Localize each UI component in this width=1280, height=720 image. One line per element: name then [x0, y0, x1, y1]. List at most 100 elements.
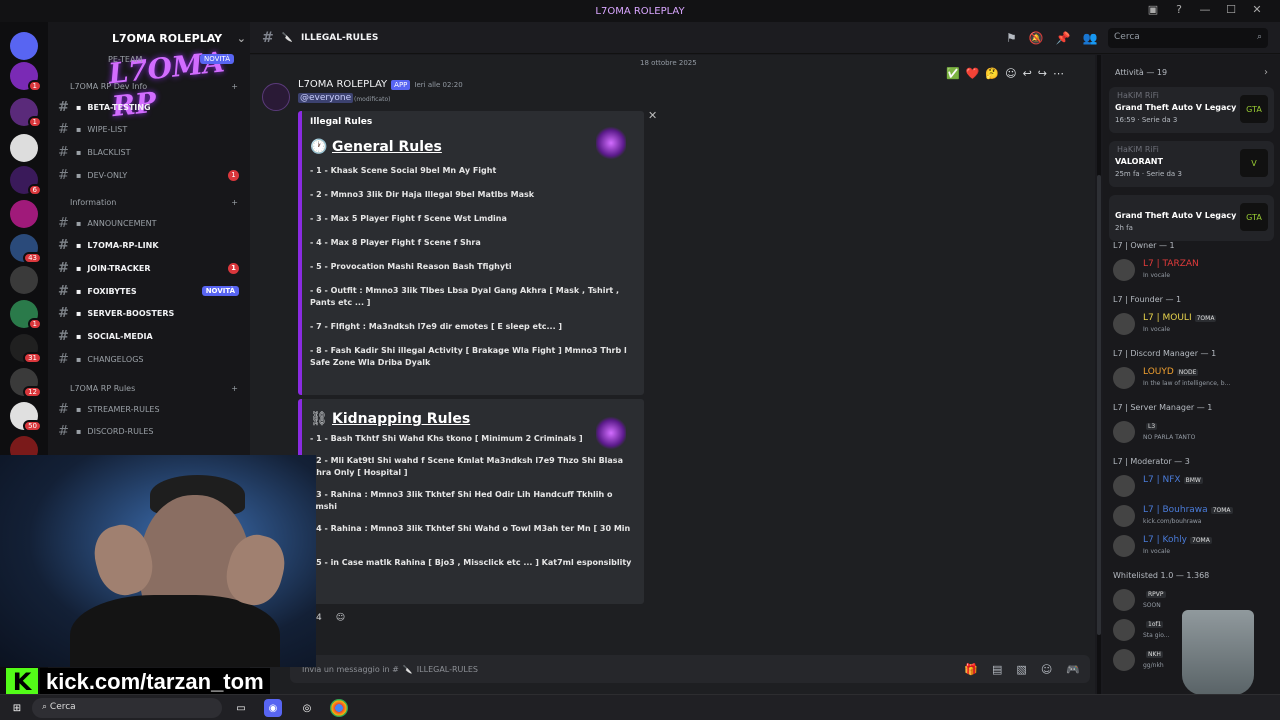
members-icon[interactable]: 👥 — [1083, 31, 1098, 45]
heart-emoji-icon[interactable]: ❤️ — [966, 67, 980, 80]
task-view-icon[interactable]: ▭ — [232, 699, 250, 717]
channel-pe-team[interactable]: PE-TEAM NOVITÀ — [108, 50, 238, 68]
activity-card[interactable]: HaKiM RiFi Grand Theft Auto V Legacy 16:59… — [1109, 87, 1274, 133]
member-item[interactable]: LOUYD NODE In the law of intelligence, b..… — [1113, 365, 1273, 391]
pin-icon[interactable]: 📌 — [1056, 31, 1071, 45]
taskbar-search[interactable]: ⌕ Cerca — [32, 698, 222, 718]
channel-wipe-list[interactable]: # ▪ WIPE-LIST — [58, 121, 243, 139]
chrome-taskbar-icon[interactable] — [330, 699, 348, 717]
channel-changelogs[interactable]: # ▪ CHANGELOGS — [58, 350, 243, 368]
gift-icon[interactable]: 🎁 — [964, 663, 978, 676]
channel-label: STREAMER-RULES — [87, 404, 160, 414]
channel-blacklist[interactable]: # ▪ BLACKLIST — [58, 143, 243, 161]
member-item[interactable]: L3 NO PARLA TANTO — [1113, 419, 1273, 445]
avatar — [1113, 619, 1135, 641]
close-window-button[interactable]: ✕ — [1244, 3, 1270, 16]
channel-server-boosters[interactable]: # ▪ SERVER-BOOSTERS — [58, 305, 243, 323]
server-icon[interactable]: 31 — [10, 334, 42, 364]
discord-taskbar-icon[interactable]: ◉ — [264, 699, 282, 717]
more-icon[interactable]: ⋯ — [1053, 67, 1064, 80]
close-icon[interactable]: ✕ — [648, 109, 657, 122]
server-icon[interactable]: 12 — [10, 368, 42, 398]
message-input[interactable]: Invia un messaggio in # 🔪 ILLEGAL-RULES … — [290, 655, 1090, 683]
reaction-count[interactable]: 4 — [316, 613, 322, 623]
clock-icon: 🕐 — [310, 139, 328, 155]
server-icon[interactable] — [10, 134, 38, 162]
channel-label: SOCIAL-MEDIA — [87, 332, 153, 341]
server-icon[interactable] — [10, 200, 38, 228]
channel-label: DEV-ONLY — [87, 170, 128, 180]
activity-card[interactable]: Grand Theft Auto V Legacy 2h fa GTA — [1109, 195, 1274, 241]
server-icon[interactable] — [10, 266, 38, 294]
channel-label: WIPE-LIST — [87, 125, 128, 135]
mention[interactable]: @everyone — [298, 93, 354, 103]
category-information[interactable]: Information + — [60, 198, 238, 212]
help-icon[interactable]: ? — [1166, 3, 1192, 16]
hash-icon: # — [58, 215, 69, 231]
member-item[interactable]: L7 | Kohly 7OMA In vocale — [1113, 533, 1273, 559]
server-icon[interactable]: 1 — [10, 300, 42, 330]
channel-dev-only[interactable]: # ▪ DEV-ONLY 1 — [58, 166, 243, 184]
stream-banner: K kick.com/tarzan_tom — [6, 667, 270, 697]
hash-icon: # — [58, 122, 69, 138]
embed-heading: General Rules — [332, 139, 442, 155]
chat-area: 18 ottobre 2025 L7OMA ROLEPLAY APP Ieri … — [250, 55, 1095, 695]
channel-foxibytes[interactable]: # ▪ FOXIBYTES NOVITÀ — [58, 282, 243, 300]
inbox-icon[interactable]: ▣ — [1140, 3, 1166, 16]
channel-streamer-rules[interactable]: # ▪ STREAMER-RULES — [58, 400, 243, 418]
member-item[interactable]: L7 | TARZAN In vocale — [1113, 257, 1273, 283]
member-item[interactable]: L7 | NFX BMW — [1113, 473, 1273, 499]
search-input[interactable]: Cerca ⌕ — [1108, 28, 1268, 48]
member-item[interactable]: L7 | MOULI 7OMA In vocale — [1113, 311, 1273, 337]
activity-game: Grand Theft Auto V Legacy — [1115, 211, 1237, 220]
activities-icon[interactable]: 🎮 — [1066, 663, 1080, 676]
avatar[interactable] — [262, 83, 290, 111]
check-emoji-icon[interactable]: ✅ — [946, 67, 960, 80]
reply-icon[interactable]: ↩ — [1023, 67, 1032, 80]
threads-icon[interactable]: ⚑ — [1006, 31, 1017, 45]
avatar — [1113, 259, 1135, 281]
author-name[interactable]: L7OMA ROLEPLAY — [298, 79, 387, 90]
channel-social-media[interactable]: # ▪ SOCIAL-MEDIA — [58, 328, 243, 346]
category-dev-info[interactable]: L7OMA RP Dev Info + — [60, 82, 238, 96]
server-icon[interactable] — [10, 32, 38, 60]
server-icon[interactable]: 1 — [10, 98, 42, 128]
gif-icon[interactable]: ▤ — [992, 663, 1002, 676]
chevron-right-icon[interactable]: › — [1264, 67, 1268, 78]
add-reaction-icon[interactable]: ☺ — [336, 613, 345, 623]
emoji-icon[interactable]: ☺ — [1041, 663, 1052, 676]
minimize-button[interactable]: — — [1192, 3, 1218, 16]
add-reaction-icon[interactable]: ☺ — [1005, 67, 1016, 80]
channel-beta-testing[interactable]: # ▪ BETA-TESTING — [58, 98, 243, 116]
channel-l7oma-rp-link[interactable]: # ▪ L7OMA-RP-LINK — [58, 237, 243, 255]
category-rules[interactable]: L7OMA RP Rules + — [60, 384, 238, 398]
window-controls: ▣ ? — ☐ ✕ — [1140, 3, 1270, 16]
server-icon[interactable]: 50 — [10, 402, 42, 432]
add-channel-icon[interactable]: + — [231, 384, 238, 398]
maximize-button[interactable]: ☐ — [1218, 3, 1244, 16]
server-tag: 1of1 — [1146, 621, 1164, 628]
channel-announcement[interactable]: # ▪ ANNOUNCEMENT — [58, 214, 243, 232]
notifications-icon[interactable]: 🔕 — [1029, 31, 1044, 45]
chat-scrollbar[interactable] — [1097, 55, 1101, 695]
channel-emoji-icon: ▪ — [76, 170, 82, 180]
channel-discord-rules[interactable]: # ▪ DISCORD-RULES — [58, 423, 243, 441]
server-icon[interactable]: 43 — [10, 234, 42, 264]
forward-icon[interactable]: ↪ — [1038, 67, 1047, 80]
add-channel-icon[interactable]: + — [231, 198, 238, 212]
emoji-icon[interactable]: 🤔 — [985, 67, 999, 80]
obs-taskbar-icon[interactable]: ◎ — [298, 699, 316, 717]
activity-card[interactable]: HaKiM RiFi VALORANT 25m fa · Serie da 3 V — [1109, 141, 1274, 187]
windows-start-icon[interactable]: ⊞ — [8, 699, 26, 717]
sticker-icon[interactable]: ▧ — [1016, 663, 1026, 676]
activity-header[interactable]: Attività — 19 — [1115, 68, 1167, 77]
channel-join-tracker[interactable]: # ▪ JOIN-TRACKER 1 — [58, 259, 243, 277]
unread-badge: 50 — [23, 420, 42, 432]
server-icon[interactable]: 6 — [10, 166, 42, 196]
activity-detail: 16:59 · Serie da 3 — [1115, 116, 1178, 124]
server-icon[interactable]: 1 — [10, 62, 42, 92]
member-item[interactable]: L7 | Bouhrawa 7OMA kick.com/bouhrawa — [1113, 503, 1273, 529]
embed-title: Illegal Rules — [310, 117, 373, 127]
add-channel-icon[interactable]: + — [231, 82, 238, 96]
rule-item: - 6 - Outfit : Mmno3 3lik Tlbes Lbsa Dya… — [310, 286, 620, 307]
